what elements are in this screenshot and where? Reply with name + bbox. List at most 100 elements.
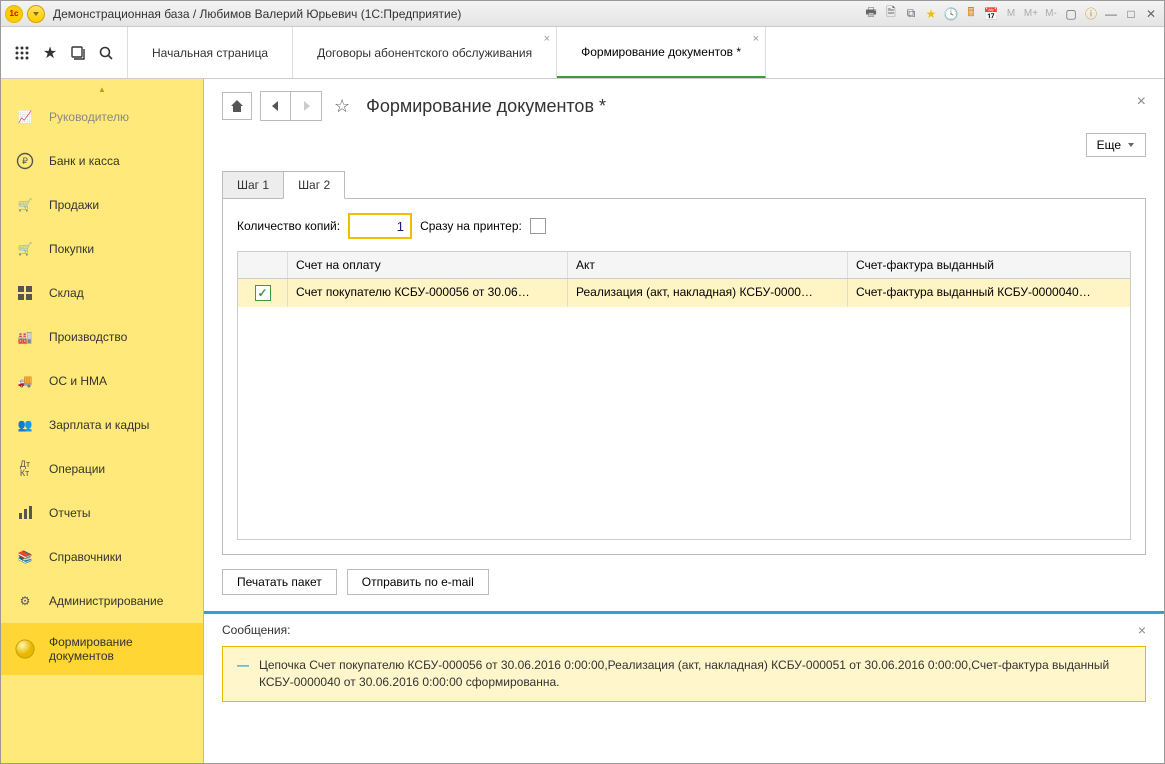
bars-icon [15,503,35,523]
messages-title: Сообщения: [222,623,290,637]
toolbar-fav-icon[interactable]: ★ [922,5,940,23]
app-logo-icon: 1c [5,5,23,23]
sidebar-item-label: Банк и касса [49,154,120,168]
messages-body: — Цепочка Счет покупателю КСБУ-000056 от… [222,646,1146,702]
sidebar-item-reports[interactable]: Отчеты [1,491,203,535]
sidebar-item-operations[interactable]: ДтКт Операции [1,447,203,491]
toolbar-print-icon[interactable]: 🖶 [862,5,880,23]
body: ▲ 📈 Руководителю ₽ Банк и касса 🛒 Продаж… [1,79,1164,763]
field-row: Количество копий: Сразу на принтер: [237,213,1131,239]
tab-close-icon[interactable]: × [753,33,759,45]
cart-icon: 🛒 [15,239,35,259]
toolbar-box-icon[interactable]: ▢ [1062,5,1080,23]
titlebar-buttons: 🖶 🗎 ⧉ ★ 🕓 🖩 📅 M M+ M- ▢ ⓘ — □ ✕ [862,5,1160,23]
tab-formation[interactable]: Формирование документов * × [557,27,766,78]
tab-label: Начальная страница [152,46,268,60]
home-button[interactable] [222,92,252,120]
action-buttons: Печатать пакет Отправить по e-mail [204,555,1164,601]
history-icon[interactable] [67,42,89,64]
page-toolbar: ☆ Формирование документов * × [204,79,1164,129]
toolbar-copy-icon[interactable]: ⧉ [902,5,920,23]
tab-close-icon[interactable]: × [544,33,550,45]
sidebar-item-payroll[interactable]: 👥 Зарплата и кадры [1,403,203,447]
tab-contracts[interactable]: Договоры абонентского обслуживания × [293,27,557,78]
tab-label: Формирование документов * [581,45,741,59]
sidebar-item-catalogs[interactable]: 📚 Справочники [1,535,203,579]
sidebar-item-sales[interactable]: 🛒 Продажи [1,183,203,227]
print-pack-button[interactable]: Печатать пакет [222,569,337,595]
forward-button[interactable] [291,92,321,120]
sidebar-item-label: Справочники [49,550,122,564]
more-row: Еще [204,129,1164,161]
svg-text:₽: ₽ [22,156,28,166]
messages-header: Сообщения: × [204,614,1164,642]
tab-start-page[interactable]: Начальная страница [128,27,293,78]
toolbar-mplus-icon[interactable]: M+ [1022,5,1040,23]
sidebar-item-label: Зарплата и кадры [49,418,149,432]
sidebar-item-bank[interactable]: ₽ Банк и касса [1,139,203,183]
star-icon[interactable]: ★ [39,42,61,64]
dtkt-icon: ДтКт [15,459,35,479]
grid-header-facture[interactable]: Счет-фактура выданный [848,252,1130,278]
documents-grid: Счет на оплату Акт Счет-фактура выданный… [237,251,1131,540]
toolbar-calc-icon[interactable]: 🖩 [962,5,980,23]
sidebar-item-label: Покупки [49,242,94,256]
grid-header-invoice[interactable]: Счет на оплату [288,252,568,278]
sidebar-item-label: Администрирование [49,594,163,608]
sidebar-item-admin[interactable]: ⚙ Администрирование [1,579,203,623]
grid-header-checkbox-col [238,252,288,278]
sidebar-item-production[interactable]: 🏭 Производство [1,315,203,359]
more-button[interactable]: Еще [1086,133,1146,157]
sidebar-item-purchases[interactable]: 🛒 Покупки [1,227,203,271]
sidebar-item-assets[interactable]: 🚚 ОС и НМА [1,359,203,403]
printer-checkbox[interactable] [530,218,546,234]
sidebar-item-label: Продажи [49,198,99,212]
send-email-button[interactable]: Отправить по e-mail [347,569,489,595]
grid-body[interactable]: ✓ Счет покупателю КСБУ-000056 от 30.06… … [238,279,1130,539]
table-row[interactable]: ✓ Счет покупателю КСБУ-000056 от 30.06… … [238,279,1130,307]
sidebar-item-label: Формирование документов [49,635,189,663]
cart-icon: 🛒 [15,195,35,215]
more-label: Еще [1097,138,1121,152]
back-button[interactable] [261,92,291,120]
row-checkbox-cell: ✓ [238,279,288,307]
books-icon: 📚 [15,547,35,567]
grid-header-act[interactable]: Акт [568,252,848,278]
row-checkbox[interactable]: ✓ [255,285,271,301]
sidebar-item-formation[interactable]: Формирование документов [1,623,203,675]
sidebar-item-label: Отчеты [49,506,90,520]
step-tabs: Шаг 1 Шаг 2 [222,171,1146,199]
step-tab-1[interactable]: Шаг 1 [222,171,284,199]
cell-invoice: Счет покупателю КСБУ-000056 от 30.06… [288,279,568,307]
sidebar-item-warehouse[interactable]: Склад [1,271,203,315]
message-text: Цепочка Счет покупателю КСБУ-000056 от 3… [259,657,1131,691]
sidebar-item-manager[interactable]: 📈 Руководителю [1,95,203,139]
copies-label: Количество копий: [237,219,340,233]
step-tab-2[interactable]: Шаг 2 [283,171,345,199]
tabsbar-quick-icons: ★ [1,27,128,78]
toolbar-clock-icon[interactable]: 🕓 [942,5,960,23]
close-page-icon[interactable]: × [1137,93,1146,111]
dropdown-icon[interactable] [27,5,45,23]
truck-icon: 🚚 [15,371,35,391]
toolbar-mminus-icon[interactable]: M- [1042,5,1060,23]
apps-icon[interactable] [11,42,33,64]
minimize-icon[interactable]: — [1102,5,1120,23]
toolbar-info-icon[interactable]: ⓘ [1082,5,1100,23]
toolbar-calendar-icon[interactable]: 📅 [982,5,1000,23]
messages-close-icon[interactable]: × [1138,622,1146,638]
grid-icon [15,283,35,303]
sidebar-scroll-up-icon[interactable]: ▲ [1,85,203,95]
close-icon[interactable]: ✕ [1142,5,1160,23]
search-icon[interactable] [95,42,117,64]
toolbar-m-icon[interactable]: M [1002,5,1020,23]
people-icon: 👥 [15,415,35,435]
tab-label: Договоры абонентского обслуживания [317,46,532,60]
maximize-icon[interactable]: □ [1122,5,1140,23]
copies-input[interactable] [348,213,412,239]
cell-facture: Счет-фактура выданный КСБУ-0000040… [848,279,1130,307]
toolbar-printpreview-icon[interactable]: 🗎 [882,5,900,23]
page-title: Формирование документов * [366,96,606,117]
sphere-icon [15,639,35,659]
favorite-icon[interactable]: ☆ [334,96,350,117]
